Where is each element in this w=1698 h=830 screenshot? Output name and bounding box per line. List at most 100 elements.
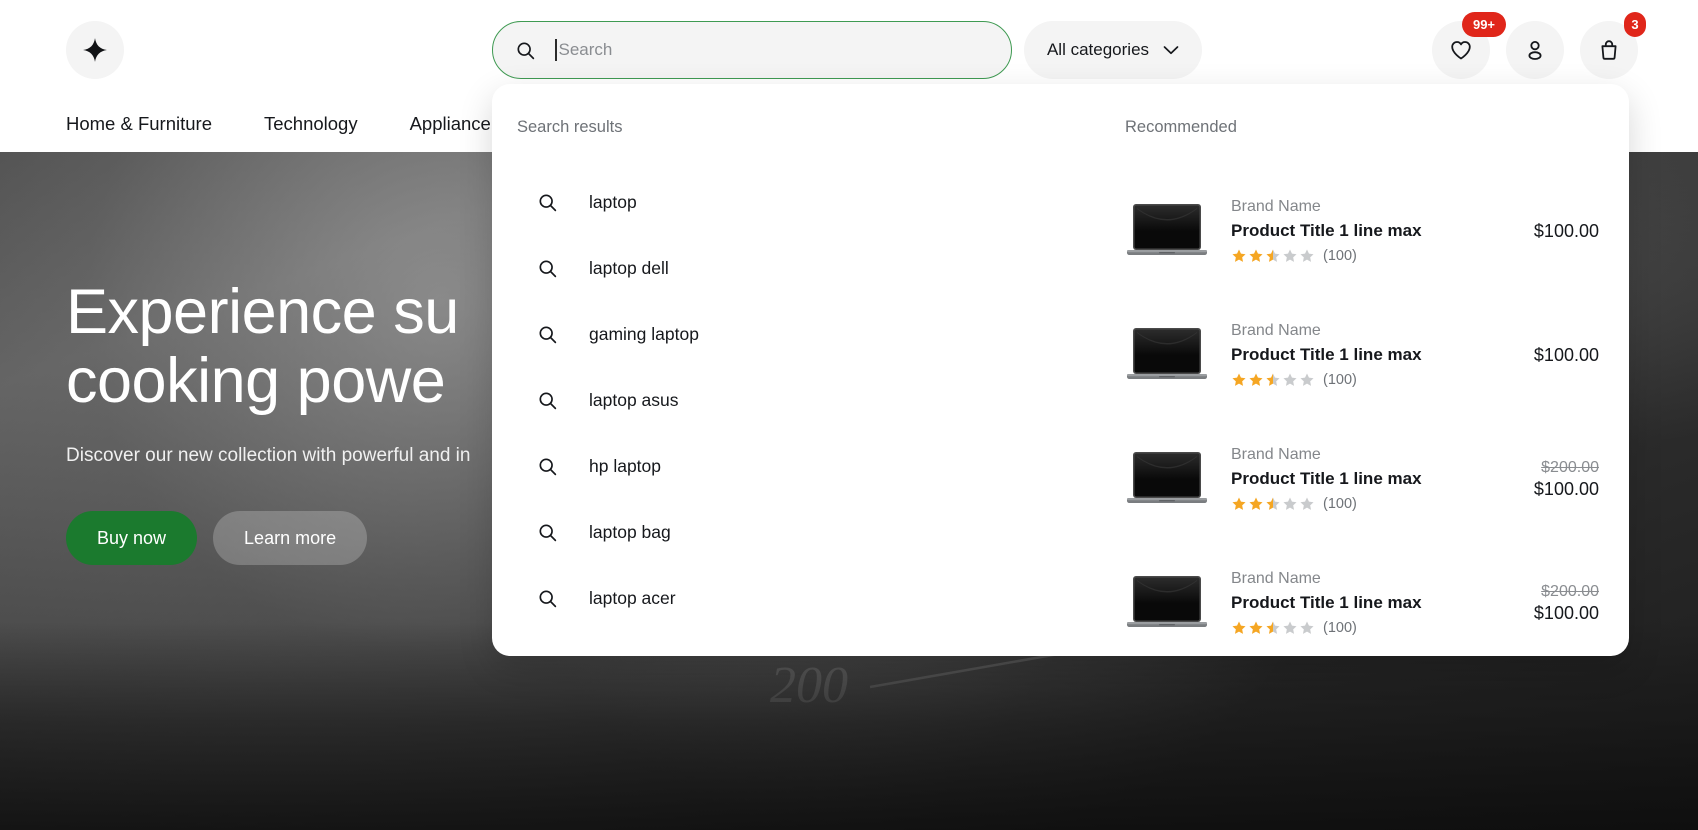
search-icon (539, 457, 557, 475)
product-title: Product Title 1 line max (1231, 345, 1422, 364)
star-icon (1283, 249, 1297, 262)
laptop-image (1127, 452, 1207, 503)
header-actions: 99+ 3 (1432, 12, 1646, 79)
user-icon (1528, 40, 1542, 60)
wishlist-button[interactable]: 99+ (1432, 12, 1506, 79)
laptop-image (1127, 328, 1207, 379)
search-results-heading: Search results (517, 118, 623, 136)
product-price-block: $100.00 (1495, 221, 1599, 242)
learn-more-button[interactable]: Learn more (213, 511, 368, 566)
product-price-block: $200.00 $100.00 (1495, 459, 1599, 500)
product-info: Brand Name Product Title 1 line max (100) (1231, 570, 1473, 636)
text-cursor (555, 39, 557, 61)
suggestion-item[interactable]: gaming laptop (517, 301, 1107, 367)
product-thumbnail (1125, 200, 1209, 262)
suggestion-item[interactable]: laptop (517, 169, 1107, 235)
product-info: Brand Name Product Title 1 line max (100) (1231, 198, 1473, 264)
recommended-heading: Recommended (1125, 118, 1237, 136)
search-icon (539, 589, 557, 607)
nav-item-technology[interactable]: Technology (264, 113, 384, 135)
star-icon (1266, 249, 1280, 262)
all-categories-dropdown[interactable]: All categories (1024, 21, 1202, 79)
suggestion-label: gaming laptop (589, 323, 699, 344)
product-price: $100.00 (1533, 220, 1599, 241)
search-icon (539, 523, 557, 541)
star-icon (1249, 249, 1263, 262)
product-rating: (100) (1231, 248, 1473, 264)
star-icon (1300, 497, 1314, 510)
product-info: Brand Name Product Title 1 line max (100) (1231, 446, 1473, 512)
star-icon (1283, 621, 1297, 634)
suggestion-list: laptop laptop dell gaming laptop laptop asu… (517, 169, 1107, 631)
product-item[interactable]: Brand Name Product Title 1 line max (100) $… (1107, 293, 1629, 417)
star-icon (1232, 621, 1246, 634)
product-price: $100.00 (1533, 478, 1599, 499)
star-icon (1249, 497, 1263, 510)
star-icon (1232, 497, 1246, 510)
cart-button[interactable]: 3 (1580, 12, 1646, 79)
product-review-count: (100) (1323, 496, 1357, 512)
suggestion-item[interactable]: hp laptop (517, 433, 1107, 499)
product-thumbnail (1125, 448, 1209, 510)
product-item[interactable]: Brand Name Product Title 1 line max (100) $… (1107, 541, 1629, 656)
search-input[interactable] (558, 22, 993, 78)
product-rating: (100) (1231, 496, 1473, 512)
product-item[interactable]: Brand Name Product Title 1 line max (100) $… (1107, 169, 1629, 293)
suggestion-item[interactable]: laptop asus (517, 367, 1107, 433)
search-results-column: Search results laptop laptop dell gaming l… (492, 118, 1107, 656)
buy-now-button[interactable]: Buy now (66, 511, 198, 566)
suggestion-label: laptop bag (589, 521, 671, 542)
cart-badge: 3 (1624, 12, 1646, 37)
suggestion-item[interactable]: laptop dell (517, 235, 1107, 301)
star-icon (1232, 373, 1246, 386)
product-brand: Brand Name (1231, 198, 1321, 215)
product-price: $100.00 (1533, 602, 1599, 623)
logo-button[interactable] (66, 21, 124, 79)
nav-item-home-furniture[interactable]: Home & Furniture (66, 113, 238, 135)
product-price-block: $100.00 (1495, 345, 1599, 366)
star-icon (1266, 621, 1280, 634)
product-title: Product Title 1 line max (1231, 221, 1422, 240)
chevron-down-icon (1163, 46, 1179, 55)
star-icon (1249, 621, 1263, 634)
all-categories-label: All categories (1046, 40, 1150, 59)
heart-icon (1451, 41, 1471, 60)
star-rating (1231, 620, 1315, 636)
star-icon (1232, 249, 1246, 262)
suggestion-label: laptop (589, 191, 637, 212)
star-rating (1231, 496, 1315, 512)
product-info: Brand Name Product Title 1 line max (100) (1231, 322, 1473, 388)
suggestion-label: laptop asus (589, 389, 679, 410)
search-dropdown-panel: Search results laptop laptop dell gaming l… (492, 84, 1629, 656)
star-icon (1266, 497, 1280, 510)
laptop-image (1127, 204, 1207, 255)
product-price-block: $200.00 $100.00 (1495, 583, 1599, 624)
product-review-count: (100) (1323, 372, 1357, 388)
suggestion-item[interactable]: laptop bag (517, 499, 1107, 565)
account-button[interactable] (1506, 21, 1564, 79)
product-title: Product Title 1 line max (1231, 593, 1422, 612)
search-icon (517, 41, 535, 59)
page-root: 200 150 Experience su cooking powe Disco… (0, 0, 1698, 830)
star-icon (1300, 373, 1314, 386)
search-icon (539, 259, 557, 277)
search-icon (539, 193, 557, 211)
recommended-column: Recommended Brand Name Product Title 1 li… (1107, 118, 1629, 656)
star-icon (1249, 373, 1263, 386)
product-brand: Brand Name (1231, 322, 1321, 339)
star-icon (1283, 373, 1297, 386)
suggestion-label: laptop dell (589, 257, 669, 278)
suggestion-label: hp laptop (589, 455, 662, 476)
search-icon (539, 391, 557, 409)
product-rating: (100) (1231, 372, 1473, 388)
sparkle-icon (83, 38, 107, 62)
wishlist-badge: 99+ (1462, 12, 1506, 37)
suggestion-item[interactable]: laptop acer (517, 565, 1107, 631)
product-original-price: $200.00 (1541, 582, 1599, 600)
star-rating (1231, 372, 1315, 388)
search-bar[interactable] (492, 21, 1012, 79)
bag-icon (1601, 40, 1617, 60)
star-icon (1300, 249, 1314, 262)
product-item[interactable]: Brand Name Product Title 1 line max (100) $… (1107, 417, 1629, 541)
product-rating: (100) (1231, 620, 1473, 636)
